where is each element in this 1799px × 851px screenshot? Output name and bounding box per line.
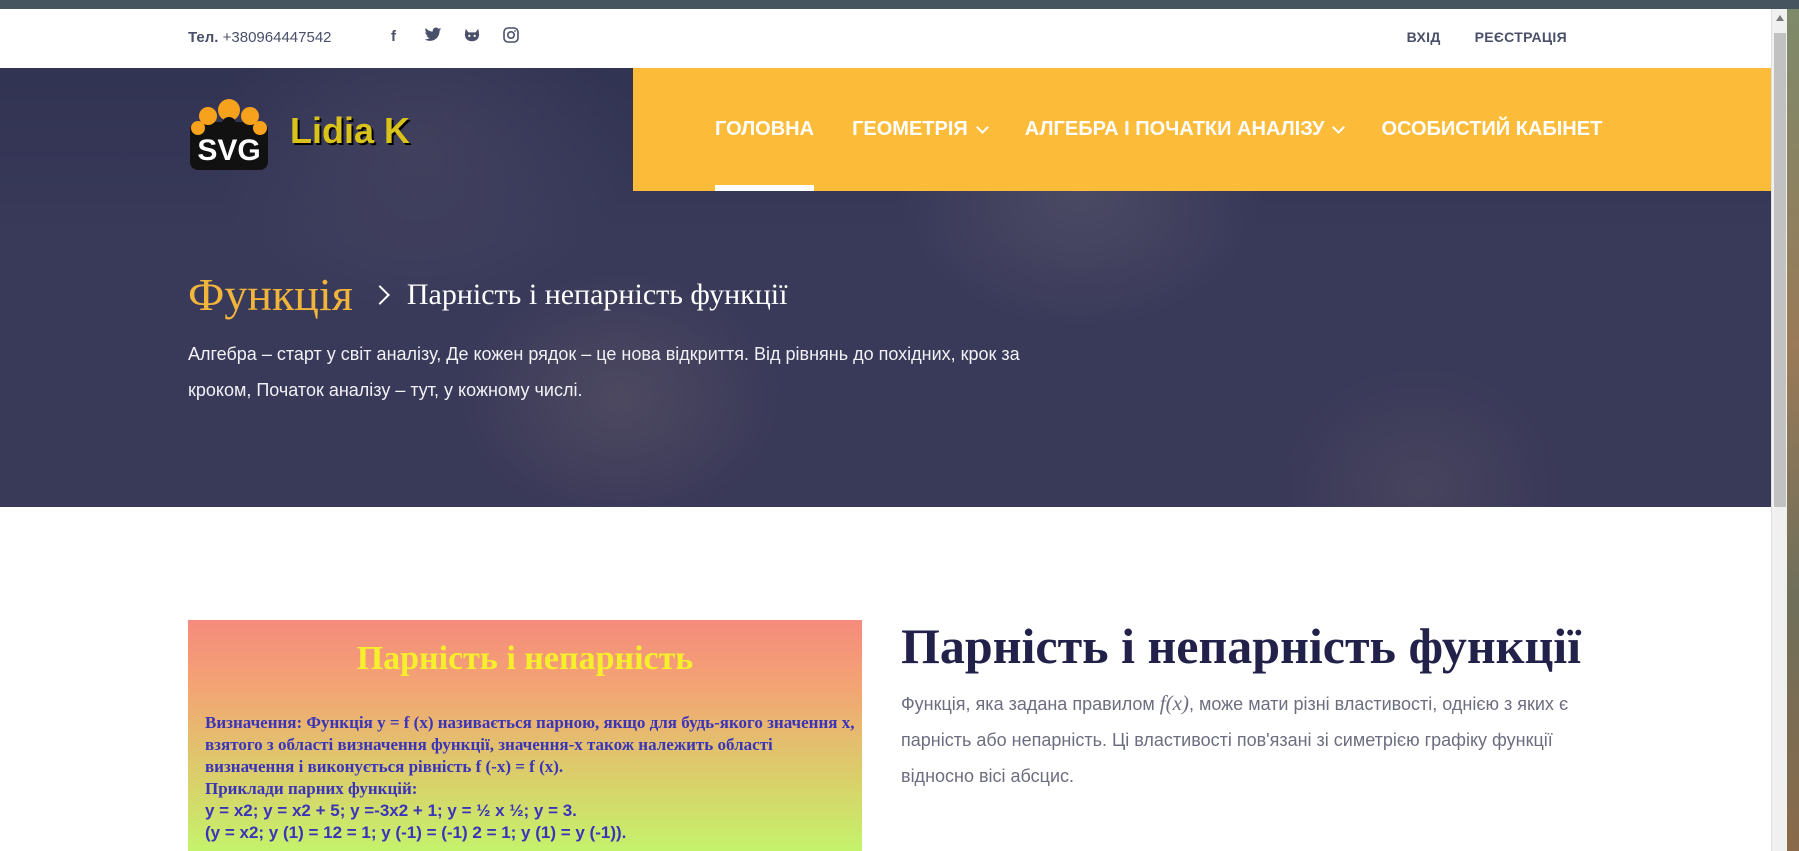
nav-label-home: ГОЛОВНА: [715, 118, 815, 140]
chevron-right-icon: [369, 284, 390, 305]
auth-links: ВХІД РЕЄСТРАЦІЯ: [1407, 29, 1567, 45]
facebook-icon[interactable]: f: [384, 27, 403, 46]
nav-item-algebra[interactable]: АЛГЕБРА І ПОЧАТКИ АНАЛІЗУ: [1024, 68, 1346, 191]
background-window-edge: [1787, 9, 1799, 851]
article-intro: Функція, яка задана правилом f(x), може …: [901, 685, 1591, 794]
scrollbar-thumb[interactable]: [1774, 33, 1786, 507]
topic-image-card: Парність і непарність Визначення: Функці…: [188, 620, 862, 851]
twitter-icon[interactable]: [423, 27, 442, 46]
article-content: Парність і непарність функції Функція, я…: [901, 617, 1591, 794]
main-navbar: ГОЛОВНА ГЕОМЕТРІЯ АЛГЕБРА І ПОЧАТКИ АНАЛ…: [633, 68, 1771, 191]
article-formula: f(x): [1159, 691, 1189, 715]
page-scrollbar[interactable]: [1771, 9, 1787, 851]
logo-name: Lidia K: [290, 110, 411, 151]
hero-description: Алгебра – старт у світ аналізу, Де кожен…: [188, 344, 1020, 400]
chevron-down-icon: [1332, 120, 1346, 134]
main-nav: ГОЛОВНА ГЕОМЕТРІЯ АЛГЕБРА І ПОЧАТКИ АНАЛ…: [715, 68, 1602, 191]
breadcrumb-current: Парність і непарність функції: [406, 277, 788, 311]
nav-label-geometry: ГЕОМЕТРІЯ: [852, 118, 968, 140]
top-bar: Тел. +380964447542 f ВХІД РЕЄСТРАЦІЯ: [0, 9, 1771, 68]
image-card-examples: y = x2; y = x2 + 5; y =-3x2 + 1; y = ½ x…: [205, 801, 577, 820]
image-card-examples-heading: Приклади парних функцій:: [205, 779, 418, 798]
nav-item-geometry[interactable]: ГЕОМЕТРІЯ: [852, 68, 989, 191]
breadcrumb-root[interactable]: Функція: [188, 268, 353, 321]
svg-logo-icon: SVG: [188, 90, 270, 172]
instagram-icon[interactable]: [501, 27, 520, 46]
login-link[interactable]: ВХІД: [1407, 29, 1441, 45]
scroll-up-arrow-icon[interactable]: [1776, 15, 1784, 21]
register-link[interactable]: РЕЄСТРАЦІЯ: [1475, 29, 1567, 45]
logo-mark-text: SVG: [197, 134, 260, 167]
github-icon[interactable]: [462, 27, 481, 46]
social-links: f: [384, 27, 520, 46]
phone-label: Тел.: [188, 29, 219, 46]
phone-number[interactable]: +380964447542: [223, 29, 332, 46]
site-logo[interactable]: SVG Lidia K: [188, 90, 410, 172]
article-intro-start: Функція, яка задана правилом: [901, 694, 1160, 714]
page: Тел. +380964447542 f ВХІД РЕЄСТРАЦІЯ SVG…: [0, 0, 1799, 851]
image-card-title: Парність і непарність: [356, 640, 694, 677]
nav-item-home[interactable]: ГОЛОВНА: [715, 68, 815, 191]
phone-contact: Тел. +380964447542: [188, 29, 332, 46]
chevron-down-icon: [975, 120, 989, 134]
article-title: Парність і непарність функції: [901, 618, 1582, 674]
hero-section: SVG Lidia K ГОЛОВНА ГЕОМЕТРІЯ АЛГЕБРА І …: [0, 68, 1771, 507]
nav-item-cabinet[interactable]: ОСОБИСТИЙ КАБІНЕТ: [1381, 68, 1602, 191]
image-card-definition: Визначення: Функція y = f (x) називаєтьс…: [205, 713, 855, 776]
browser-top-strip: [0, 0, 1799, 9]
image-card-example-check: (y = x2; y (1) = 12 = 1; y (-1) = (-1) 2…: [205, 823, 627, 842]
nav-label-algebra: АЛГЕБРА І ПОЧАТКИ АНАЛІЗУ: [1024, 118, 1325, 140]
breadcrumb: Функція Парність і непарність функції: [188, 268, 787, 321]
nav-label-cabinet: ОСОБИСТИЙ КАБІНЕТ: [1381, 118, 1603, 140]
image-card-body: Визначення: Функція y = f (x) називаєтьс…: [205, 712, 855, 844]
